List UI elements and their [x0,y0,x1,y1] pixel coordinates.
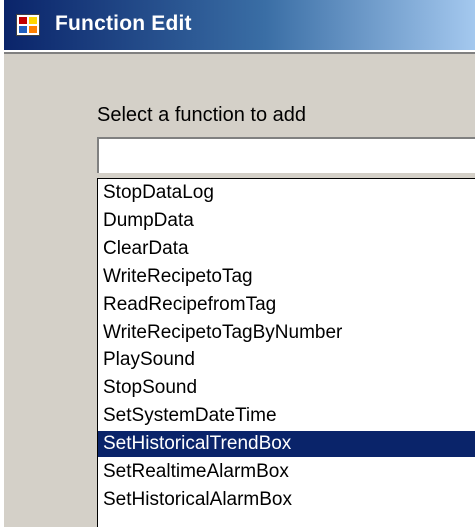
function-list-item[interactable]: WriteRecipetoTag [98,264,475,290]
function-listbox[interactable]: StopDataLog DumpData ClearData WriteRecipet… [97,178,475,527]
function-list-item[interactable]: ClearData [98,236,475,262]
function-edit-window: Function Edit Select a function to add S… [0,0,475,527]
select-function-label: Select a function to add [97,104,307,126]
function-list-item[interactable]: SetSystemDateTime [98,403,475,429]
function-list-item[interactable]: StopSound [98,375,475,401]
function-list-item[interactable]: StopDataLog [98,180,475,206]
function-list-item[interactable]: WriteRecipetoTagByNumber [98,320,475,346]
function-list-item[interactable]: PlaySound [98,347,475,373]
title-bar[interactable]: Function Edit [4,0,475,50]
function-list-item[interactable]: SetRealtimeAlarmBox [98,459,475,485]
app-window-icon[interactable] [16,14,40,36]
function-search-field[interactable] [97,137,475,173]
function-list-item[interactable]: SetHistoricalTrendBox [98,431,475,458]
window-title: Function Edit [55,12,192,35]
divider-shadow [4,52,475,54]
function-list-item[interactable]: DumpData [98,208,475,234]
function-list-item[interactable]: ReadRecipefromTag [98,292,475,318]
function-list-item[interactable]: SetHistoricalAlarmBox [98,487,475,513]
